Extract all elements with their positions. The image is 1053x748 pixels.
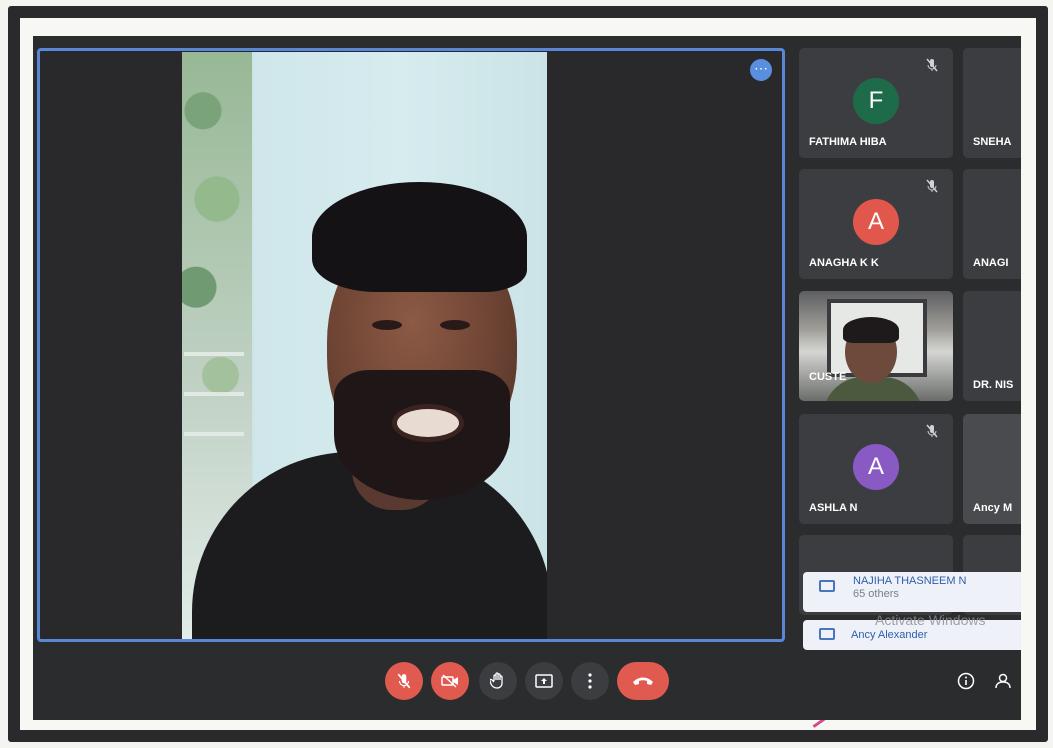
more-options-icon: [588, 673, 592, 689]
avatar: F: [853, 78, 899, 124]
participant-name: CUSTE: [809, 371, 847, 383]
end-call-icon: [633, 677, 653, 685]
speaker-video: [182, 52, 547, 639]
balcony-rail: [184, 352, 244, 356]
main-speaker-tile[interactable]: ⋯: [37, 48, 785, 642]
end-call-button[interactable]: [617, 662, 669, 700]
participant-tile[interactable]: F FATHIMA HIBA: [799, 48, 953, 158]
activate-windows-watermark: Activate Windows: [875, 612, 986, 628]
more-options-button[interactable]: [571, 662, 609, 700]
chat-icon: [819, 628, 835, 640]
meeting-screen: ⋯ F FATHIMA HIBA A ANAGHA K K CUSTE A AS…: [33, 36, 1021, 720]
notification-subtitle: 65 others: [853, 588, 899, 600]
speaker-eye: [372, 320, 402, 330]
participant-name: ANAGHA K K: [809, 257, 879, 269]
tile-more-button[interactable]: ⋯: [750, 59, 772, 81]
mic-off-icon: [926, 424, 938, 438]
camera-off-icon: [441, 674, 458, 688]
raise-hand-button[interactable]: [479, 662, 517, 700]
balcony-rail: [184, 432, 244, 436]
participant-name: ASHLA N: [809, 502, 858, 514]
info-button[interactable]: [957, 672, 975, 695]
participant-grid: F FATHIMA HIBA A ANAGHA K K CUSTE A ASHL…: [799, 48, 1021, 658]
participant-tile[interactable]: ANAGI: [963, 169, 1021, 279]
participant-name: SNEHA: [973, 136, 1012, 148]
mic-off-icon: [926, 58, 938, 72]
mic-off-icon: [397, 673, 411, 689]
notification-title: Ancy Alexander: [851, 629, 928, 641]
participant-name: Ancy M: [973, 502, 1013, 514]
participant-name: ANAGI: [973, 257, 1009, 269]
mic-off-icon: [926, 179, 938, 193]
balcony-rail: [184, 392, 244, 396]
participant-name: FATHIMA HIBA: [809, 136, 887, 148]
avatar: A: [853, 444, 899, 490]
people-icon: [995, 673, 1011, 689]
raise-hand-icon: [489, 672, 503, 689]
participant-tile[interactable]: CUSTE: [799, 291, 953, 401]
speaker-hair: [312, 182, 527, 292]
info-icon: [957, 672, 975, 690]
participant-tile[interactable]: DR. NIS: [963, 291, 1021, 401]
participant-tile[interactable]: A ANAGHA K K: [799, 169, 953, 279]
mic-toggle-button[interactable]: [385, 662, 423, 700]
call-controls-bar: [33, 648, 1021, 720]
speaker-eye: [440, 320, 470, 330]
present-button[interactable]: [525, 662, 563, 700]
camera-toggle-button[interactable]: [431, 662, 469, 700]
speaker-mouth: [392, 404, 464, 442]
participant-tile[interactable]: A ASHLA N: [799, 414, 953, 524]
participant-tile[interactable]: Ancy M: [963, 414, 1021, 524]
join-notification[interactable]: NAJIHA THASNEEM N 65 others: [803, 572, 1021, 612]
participant-hair: [843, 317, 899, 343]
avatar: A: [853, 199, 899, 245]
chat-icon: [819, 580, 835, 592]
participant-tile[interactable]: SNEHA: [963, 48, 1021, 158]
participant-name: DR. NIS: [973, 379, 1014, 391]
present-icon: [535, 674, 553, 688]
people-button[interactable]: [995, 672, 1017, 695]
